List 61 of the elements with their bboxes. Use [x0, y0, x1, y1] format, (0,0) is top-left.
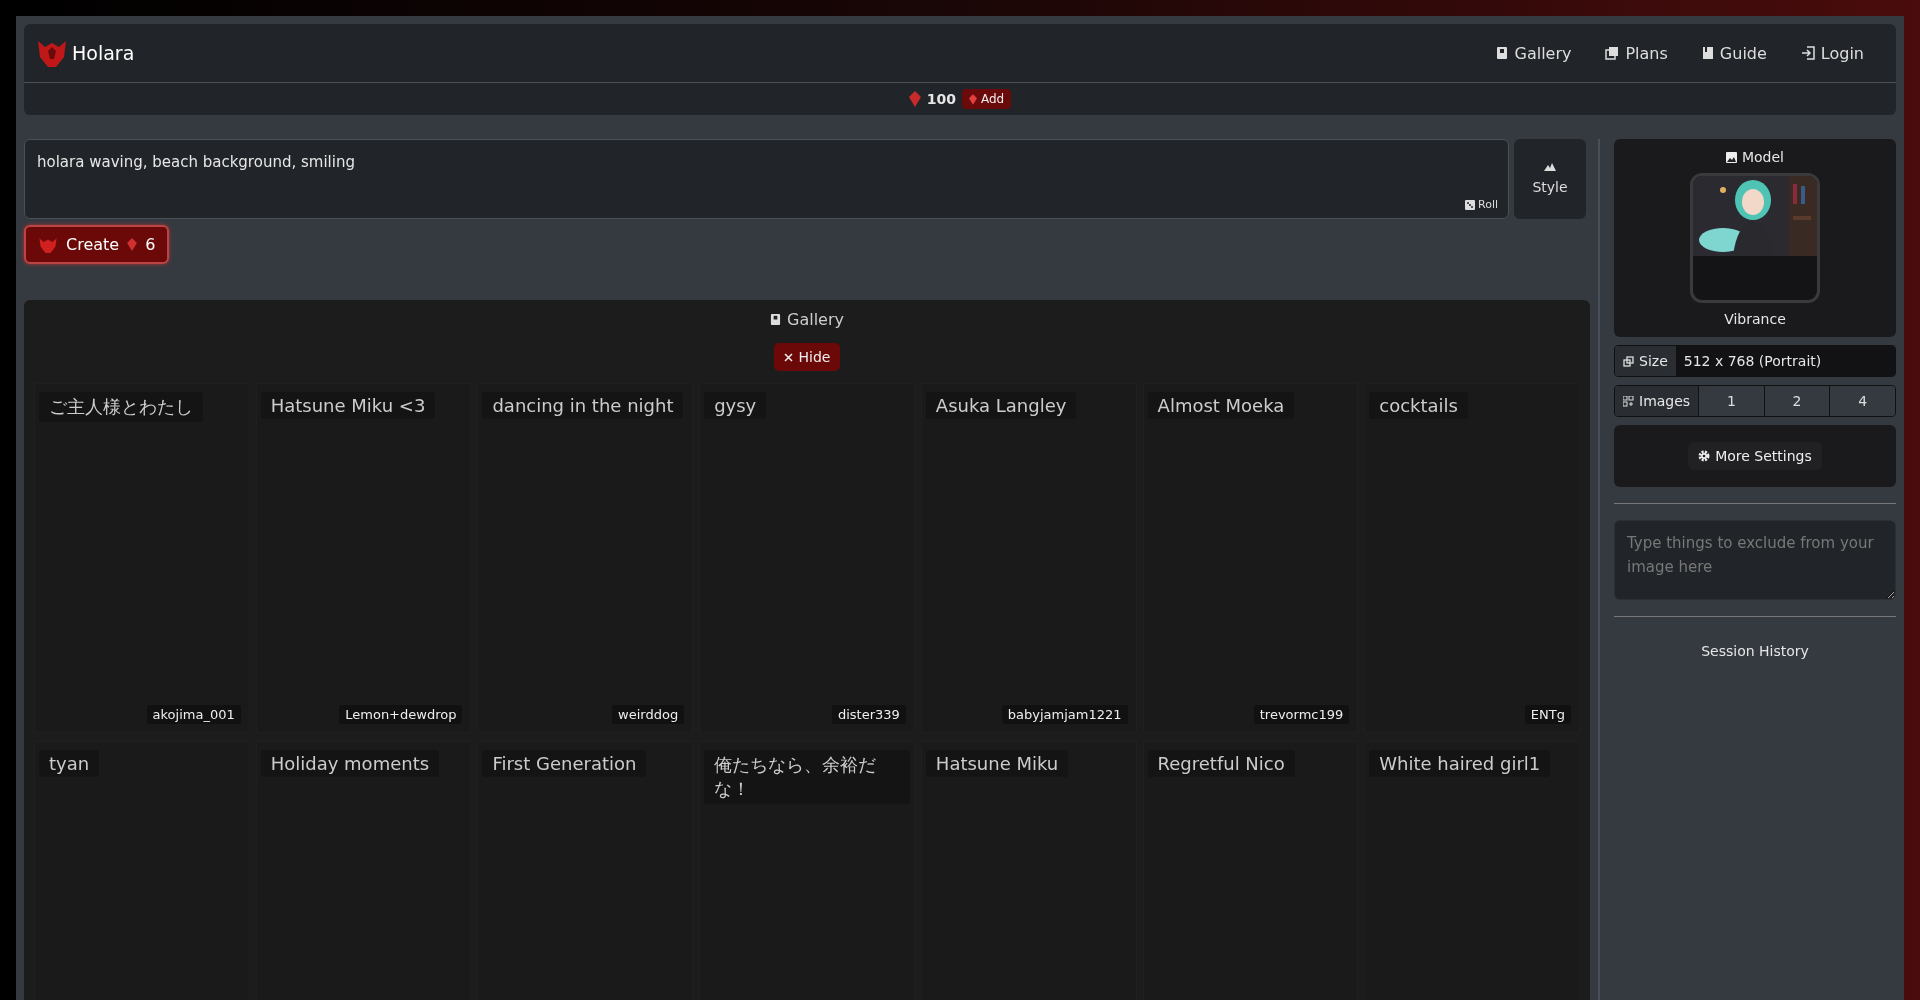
credit-amount: 100 — [926, 91, 956, 107]
images-label: Images — [1615, 386, 1699, 416]
prompt-field[interactable]: holara waving, beach background, smiling Roll — [24, 139, 1509, 219]
author-name[interactable]: babyjamjam1221 — [1001, 705, 1128, 724]
nav-link[interactable]: Plans — [1605, 43, 1668, 63]
document-icon — [1701, 46, 1714, 60]
gallery-title: Gallery — [787, 310, 844, 329]
login-icon — [1800, 46, 1815, 60]
image-icon — [1725, 151, 1737, 163]
nav-link[interactable]: Gallery — [1496, 43, 1572, 63]
close-icon — [783, 352, 793, 362]
image-title: ご主人様とわたし — [39, 392, 203, 422]
nav-link[interactable]: Login — [1800, 43, 1864, 63]
size-field[interactable]: Size 512 x 768 (Portrait) — [1614, 345, 1896, 377]
add-credits-button[interactable]: Add — [962, 89, 1012, 109]
logo-icon — [38, 236, 58, 253]
size-label: Size — [1639, 353, 1668, 369]
brand-name[interactable]: Holara — [72, 42, 135, 64]
model-name: Vibrance — [1724, 311, 1786, 327]
session-history-title: Session History — [1700, 643, 1810, 659]
author-name[interactable]: weirddog — [612, 705, 685, 724]
image-title: cocktails — [1369, 392, 1468, 419]
gem-icon — [969, 93, 977, 105]
book-icon — [1496, 46, 1509, 60]
mountain-icon — [1544, 163, 1556, 171]
image-count-button[interactable]: 4 — [1829, 386, 1895, 416]
grid-icon — [1623, 395, 1634, 407]
book-icon — [770, 313, 781, 326]
author-name[interactable]: ENTg — [1524, 705, 1571, 724]
style-button[interactable]: Style — [1514, 139, 1586, 219]
image-title: Holiday moments — [260, 750, 440, 777]
image-title: Hatsune Miku — [925, 750, 1069, 777]
image-title: White haired girl1 — [1369, 750, 1551, 777]
author-name[interactable]: Lemon+dewdrop — [339, 705, 463, 724]
more-settings-button[interactable]: More Settings — [1688, 442, 1822, 470]
image-title: 俺たちなら、余裕だな！ — [704, 750, 910, 804]
pages-icon — [1605, 46, 1620, 60]
image-title: dancing in the night — [482, 392, 684, 419]
resize-icon — [1623, 355, 1634, 367]
image-title: Almost Moeka — [1147, 392, 1295, 419]
image-title: Asuka Langley — [925, 392, 1077, 419]
author-name[interactable]: akojima_001 — [146, 705, 241, 724]
gem-icon — [127, 238, 138, 251]
image-title: gysy — [704, 392, 767, 419]
hide-button[interactable]: Hide — [773, 343, 841, 371]
author-name[interactable]: trevormc199 — [1253, 705, 1350, 724]
gear-icon — [1698, 450, 1711, 462]
size-value: 512 x 768 (Portrait) — [1675, 346, 1895, 376]
dice-icon — [1465, 199, 1475, 210]
model-label: Model — [1741, 149, 1784, 165]
model-thumbnail[interactable] — [1690, 173, 1820, 303]
gem-icon — [908, 91, 921, 107]
roll-button[interactable]: Roll — [1459, 197, 1504, 212]
create-button[interactable]: Create 6 — [24, 225, 170, 264]
image-title: tyan — [39, 750, 100, 777]
author-name[interactable]: dister339 — [831, 705, 906, 724]
negative-prompt-field[interactable]: Type things to exclude from your image here — [1614, 520, 1896, 600]
image-title: Regretful Nico — [1147, 750, 1295, 777]
image-title: First Generation — [482, 750, 647, 777]
nav-link[interactable]: Guide — [1701, 43, 1767, 63]
image-title: Hatsune Miku <3 — [260, 392, 436, 419]
